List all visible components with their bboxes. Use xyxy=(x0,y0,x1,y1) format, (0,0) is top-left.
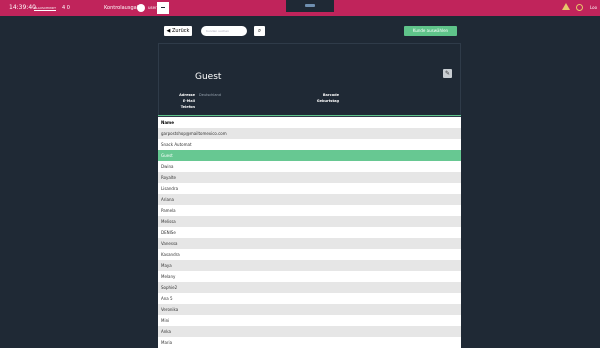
customer-card: Guest ✎ Adresse Deutschland E-Mail Telef… xyxy=(158,43,461,117)
select-customer-button[interactable]: Kunde auswählen xyxy=(404,26,457,36)
user-label[interactable]: user xyxy=(148,0,157,16)
search-input[interactable]: Kunden suchen xyxy=(201,26,247,36)
avatar[interactable] xyxy=(137,4,145,12)
top-bar: 14:39:40 BLAUSCHMIDT 4 0 Kontrolausgabe … xyxy=(0,0,600,16)
table-row[interactable]: Mini xyxy=(158,315,461,326)
birthday-label: Geburtstag xyxy=(316,99,339,103)
table-row[interactable]: Maria xyxy=(158,337,461,348)
table-row[interactable]: Vanessa xyxy=(158,238,461,249)
table-row[interactable]: Guest xyxy=(158,150,461,161)
table-row[interactable]: Royalte xyxy=(158,172,461,183)
pull-tab[interactable] xyxy=(286,0,334,12)
edit-icon[interactable]: ✎ xyxy=(443,69,452,78)
phone-label: Telefon xyxy=(180,105,195,109)
table-row[interactable]: Dwina xyxy=(158,161,461,172)
table-row[interactable]: Kasandra xyxy=(158,249,461,260)
table-row[interactable]: Maya xyxy=(158,260,461,271)
table-row[interactable]: Ariana xyxy=(158,194,461,205)
tab-handle-icon xyxy=(305,4,315,7)
warning-icon[interactable] xyxy=(562,3,570,10)
address-label: Adresse xyxy=(179,93,195,97)
table-row[interactable]: Lisandra xyxy=(158,183,461,194)
customer-panel: ◀ Zurück Kunden suchen ⌕ Kunde auswählen… xyxy=(158,21,461,348)
table-row[interactable]: Pamela xyxy=(158,205,461,216)
table-row[interactable]: garpostshop@mailtomexico.com xyxy=(158,128,461,139)
table-row[interactable]: Veronika xyxy=(158,304,461,315)
table-row[interactable]: Anka xyxy=(158,326,461,337)
topbar-extra[interactable]: Loo xyxy=(590,0,597,16)
table-row[interactable]: DENISe xyxy=(158,227,461,238)
counter: 4 0 xyxy=(62,5,70,11)
email-label: E-Mail xyxy=(182,99,195,103)
customer-table: Name garpostshop@mailtomexico.com Snack A… xyxy=(158,117,461,348)
address-value: Deutschland xyxy=(199,93,221,97)
toolbar: ◀ Zurück Kunden suchen ⌕ Kunde auswählen xyxy=(158,21,461,40)
minus-icon xyxy=(161,7,165,8)
table-row[interactable]: Melany xyxy=(158,271,461,282)
clock: 14:39:40 xyxy=(9,4,36,11)
search-icon[interactable]: ⌕ xyxy=(254,26,265,36)
table-row[interactable]: Melissa xyxy=(158,216,461,227)
wifi-icon[interactable] xyxy=(576,4,583,11)
table-row[interactable]: Snack Automat xyxy=(158,139,461,150)
table-row[interactable]: Sophie2 xyxy=(158,282,461,293)
divider xyxy=(158,115,461,116)
back-button[interactable]: ◀ Zurück xyxy=(164,26,192,36)
logo: BLAUSCHMIDT xyxy=(34,6,56,11)
table-row[interactable]: Ana 5 xyxy=(158,293,461,304)
customer-name: Guest xyxy=(195,72,222,82)
minus-button[interactable] xyxy=(157,2,169,14)
barcode-label: Barcode xyxy=(322,93,339,97)
table-header: Name xyxy=(158,117,461,128)
